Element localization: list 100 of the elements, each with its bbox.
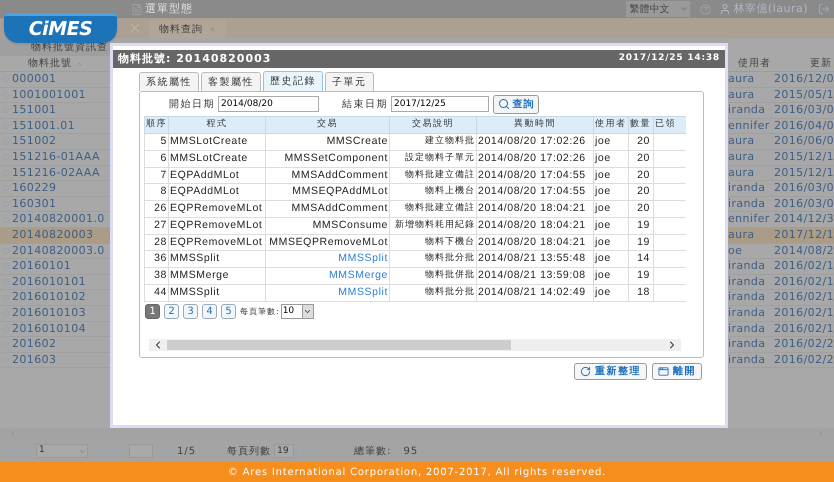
page-button[interactable]: 5 [221,304,236,319]
lot-number[interactable]: 20140820003.0 [12,242,105,260]
lot-number[interactable]: 151216-02AAA [12,164,100,182]
column-header[interactable]: 交易說明 [390,116,476,134]
table-cell-text: 2016/02/1 [774,320,834,337]
table-cell-text: 2016/03/0 [774,102,834,118]
table-cell: 44 [144,284,168,301]
table-cell: 2014/08/20 18:04:21 [476,200,594,218]
refresh-icon [580,366,591,377]
search-icon [498,98,510,110]
table-cell: joe [594,250,628,268]
lot-number[interactable]: 000001 [12,71,56,88]
table-cell-text: 2016/06/0 [774,133,834,150]
table-cell-text: 2015/12/1 [774,164,834,181]
help-icon[interactable] [700,4,712,14]
column-header[interactable]: 交易 [266,116,390,134]
start-date-label: 開始日期 [169,98,215,112]
tab[interactable]: 客製屬性 [201,72,261,91]
column-header[interactable]: 順序 [144,116,168,134]
table-cell-text: 2016/03/0 [774,180,834,196]
table-cell: 物料批併批 [390,268,476,284]
table-cell-text: iranda [728,102,766,118]
page-size-select[interactable]: 10 [280,304,314,319]
page-button[interactable]: 3 [183,304,198,319]
table-cell-text: ennifer [728,211,771,228]
table-cell: 27 [144,217,168,234]
column-header[interactable]: 使用者 [594,116,628,134]
lot-number[interactable]: 2016010103 [12,304,86,322]
page-button[interactable]: 1 [145,304,160,319]
rows-per-page-input[interactable]: 19 [274,444,294,458]
page-button[interactable]: 2 [164,304,179,319]
page-button[interactable]: 4 [202,304,217,319]
list-row[interactable]: aura 2017/12/1 [728,228,834,244]
lot-number[interactable]: 151002 [12,133,56,150]
table-cell-text: 2015/05/1 [774,86,834,103]
lot-number[interactable]: 20160101 [12,258,72,275]
radio-icon[interactable] [3,232,9,238]
refresh-button[interactable]: 重新整理 [574,363,647,380]
scrollbar-thumb[interactable] [167,340,511,350]
table-cell: joe [594,134,628,150]
lot-number[interactable]: 2016010102 [12,289,86,306]
lot-number[interactable]: 160301 [12,196,56,212]
close-icon[interactable] [209,26,216,32]
table-cell: 2014/08/20 18:04:21 [476,234,594,251]
column-header[interactable]: 程式 [168,116,266,134]
table-cell: 物料批分批 [390,284,476,301]
table-cell: joe [594,167,628,184]
lot-number[interactable]: 160229 [12,180,56,197]
table-cell-text: iranda [728,289,766,306]
column-header[interactable]: 異動時間 [476,116,594,134]
transaction-text: MMSConsume [312,218,388,231]
table-cell-text: 2016/03/0 [774,196,834,212]
lot-number[interactable]: 201602 [12,336,56,353]
table-cell-text: 2017/12/1 [774,226,834,243]
tab[interactable]: 系統屬性 [139,72,199,91]
table-cell: 20 [628,167,654,184]
table-cell-text: 2016/02/2 [774,352,834,368]
page-select[interactable]: 1 [36,444,88,458]
query-button[interactable]: 查詢 [493,94,539,114]
table-cell: EQPRemoveMLot [168,217,266,234]
table-cell-text: 2014/12/3 [774,211,834,228]
table-cell-text: 2015/12/1 [774,149,834,166]
table-cell: EQPAddMLot [168,167,266,184]
transaction-text: MMSAddComment [292,168,388,180]
table-cell-text: 2016/04/0 [774,118,834,134]
tab[interactable]: 歷史記錄 [263,71,323,91]
table-cell: 2014/08/20 17:02:26 [476,134,594,150]
lot-number[interactable]: 201603 [12,352,56,368]
lot-number[interactable]: 2016010104 [12,320,86,338]
exit-button[interactable]: 離開 [652,363,702,380]
lot-number[interactable]: 20140820001.0 [12,211,105,228]
lot-number[interactable]: 151001.01 [12,118,76,134]
lot-number[interactable]: 151216-01AAA [12,149,100,166]
table-cell: 物料批建立備註 [390,167,476,184]
horizontal-scrollbar[interactable] [149,339,681,351]
column-header[interactable]: 數量 [628,116,654,134]
table-cell: 20 [628,150,654,167]
table-cell: EQPRemoveMLot [168,200,266,218]
end-date-field[interactable]: 2017/12/25 [391,96,489,112]
table-cell: joe [594,150,628,167]
column-header[interactable]: 更新 [780,56,834,71]
table-cell: 設定物料子單元 [390,150,476,167]
user-name[interactable]: 林宰億(laura) [733,0,808,18]
table-cell: joe [594,217,628,234]
lot-number[interactable]: 1001001001 [12,86,86,104]
lot-number[interactable]: 20140820003 [12,226,94,244]
column-header[interactable]: 使用者 [728,56,780,71]
language-select[interactable]: 繁體中文 [626,1,690,17]
lot-number[interactable]: 2016010101 [12,274,86,290]
lot-number[interactable]: 151001 [12,102,56,119]
tab[interactable]: 物料查詢 [149,20,226,38]
column-header[interactable]: 已領 [654,116,686,134]
table-cell-text: 2016/02/1 [774,304,834,321]
menu-type-label[interactable]: 選單型態 [145,0,193,18]
start-date-field[interactable]: 2014/08/20 [218,96,319,112]
logout-icon[interactable] [818,2,830,16]
table-cell: 18 [628,284,654,301]
table-cell: MMSSplit [168,250,266,268]
tab[interactable]: 子單元 [325,72,374,91]
list-row[interactable]: 20140820003 [0,228,110,244]
